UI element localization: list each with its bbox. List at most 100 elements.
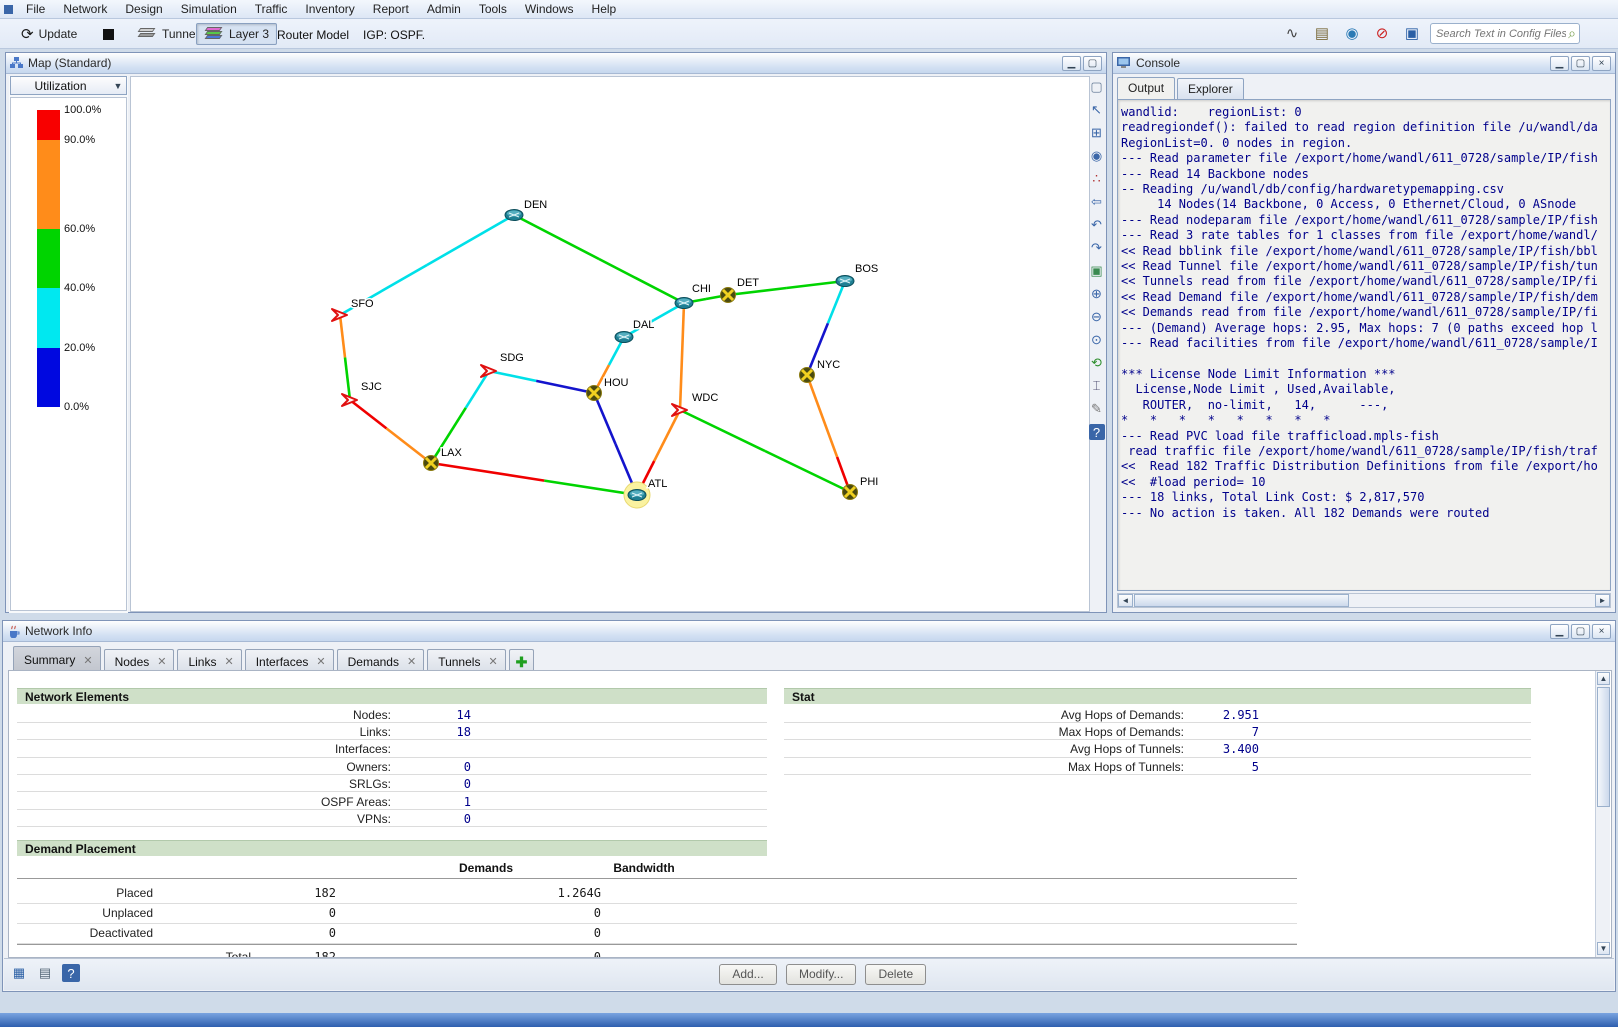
console-hscrollbar[interactable]: ◄ ► (1117, 593, 1611, 608)
console-window-icon[interactable]: ▣ (1402, 23, 1422, 43)
menu-report[interactable]: Report (364, 0, 418, 19)
scroll-thumb[interactable] (1597, 687, 1610, 807)
search-input[interactable] (1431, 28, 1568, 40)
tab-tunnels[interactable]: Tunnels✕ (427, 649, 505, 670)
menu-network[interactable]: Network (54, 0, 116, 19)
close-tab-icon[interactable]: ✕ (316, 655, 325, 668)
redo-icon[interactable]: ↷ (1089, 240, 1105, 256)
netinfo-minimize-button[interactable]: ▁ (1550, 624, 1569, 639)
console-minimize-button[interactable]: ▁ (1550, 56, 1569, 71)
label-tool-icon[interactable]: ⌶ (1089, 378, 1105, 394)
link-LAX-ATL[interactable] (431, 463, 637, 495)
netinfo-close-button[interactable]: × (1592, 624, 1611, 639)
scroll-up-icon[interactable]: ▲ (1597, 672, 1610, 685)
group-select-icon[interactable]: ◉ (1089, 148, 1105, 164)
console-maximize-button[interactable]: ▢ (1571, 56, 1590, 71)
layer3-button[interactable]: Layer 3 (196, 23, 277, 45)
menu-file[interactable]: File (17, 0, 54, 19)
tab-nodes[interactable]: Nodes✕ (104, 649, 175, 670)
close-tab-icon[interactable]: ✕ (407, 655, 416, 668)
tools-icon[interactable]: ✎ (1089, 401, 1105, 417)
map-node-DAL[interactable]: DAL (615, 319, 654, 343)
link-HOU-ATL[interactable] (594, 393, 637, 495)
map-node-PHI[interactable]: PHI (843, 476, 879, 500)
map-canvas[interactable]: DENSFOSJCSDGLAXHOUDALCHIDETBOSNYCWDCATLP… (130, 76, 1090, 612)
close-tab-icon[interactable]: ✕ (224, 655, 233, 668)
diagnose-icon[interactable]: ∿ (1282, 23, 1302, 43)
map-node-BOS[interactable]: BOS (836, 263, 878, 287)
tab-summary[interactable]: Summary✕ (13, 646, 101, 670)
link-SDG-HOU[interactable] (489, 371, 594, 393)
tab-interfaces[interactable]: Interfaces✕ (245, 649, 334, 670)
legend-mode-select[interactable]: Utilization ▼ (10, 76, 127, 95)
report-icon[interactable]: ▤ (1312, 23, 1332, 43)
network-element-row: SRLGs:0 (17, 775, 767, 792)
menu-admin[interactable]: Admin (418, 0, 470, 19)
console-output[interactable]: wandlid: regionList: 0readregiondef(): f… (1117, 99, 1611, 591)
map-node-NYC[interactable]: NYC (800, 359, 841, 383)
link-CHI-WDC[interactable] (680, 303, 684, 410)
back-icon[interactable]: ⇦ (1089, 194, 1105, 210)
zoom-selected-icon[interactable]: ⊙ (1089, 332, 1105, 348)
move-node-icon[interactable]: ⊞ (1089, 125, 1105, 141)
add-button[interactable]: Add... (719, 964, 777, 985)
console-close-button[interactable]: × (1592, 56, 1611, 71)
update-button[interactable]: ⟳ Update (14, 23, 84, 45)
tab-output[interactable]: Output (1117, 77, 1175, 99)
link-DEN-CHI[interactable] (514, 215, 684, 303)
map-node-SFO[interactable]: SFO (332, 298, 374, 321)
add-tab-button[interactable]: ✚ (509, 649, 535, 670)
help-icon[interactable]: ? (1089, 424, 1105, 440)
map-minimize-button[interactable]: ▁ (1062, 56, 1081, 71)
stop-collection-icon[interactable]: ⊘ (1372, 23, 1392, 43)
map-node-CHI[interactable]: CHI (675, 283, 711, 309)
close-tab-icon[interactable]: ✕ (488, 655, 497, 668)
tab-demands[interactable]: Demands✕ (337, 649, 425, 670)
print-icon[interactable]: ▤ (36, 964, 54, 982)
layout-icon[interactable]: ∴ (1089, 171, 1105, 187)
close-tab-icon[interactable]: ✕ (83, 654, 92, 667)
map-titlebar[interactable]: Map (Standard) ▁ ▢ (6, 53, 1106, 74)
link-SJC-LAX[interactable] (350, 400, 431, 463)
map-node-DEN[interactable]: DEN (505, 199, 547, 221)
console-line: RegionList=0. 0 nodes in region. (1121, 136, 1607, 151)
scroll-right-icon[interactable]: ► (1595, 594, 1610, 607)
console-titlebar[interactable]: Console ▁ ▢ × (1113, 53, 1615, 74)
map-maximize-button[interactable]: ▢ (1083, 56, 1102, 71)
tab-explorer[interactable]: Explorer (1177, 78, 1244, 99)
delete-button[interactable]: Delete (865, 964, 926, 985)
stop-button[interactable] (96, 23, 121, 45)
background-map-icon[interactable]: ▣ (1089, 263, 1105, 279)
scroll-thumb[interactable] (1134, 594, 1349, 607)
map-node-HOU[interactable]: HOU (587, 377, 629, 401)
menu-traffic[interactable]: Traffic (246, 0, 297, 19)
map-node-DET[interactable]: DET (721, 277, 760, 303)
link-SFO-SJC[interactable] (340, 315, 350, 400)
scroll-down-icon[interactable]: ▼ (1597, 942, 1610, 955)
fit-view-icon[interactable]: ⟲ (1089, 355, 1105, 371)
menu-simulation[interactable]: Simulation (172, 0, 246, 19)
tab-links[interactable]: Links✕ (177, 649, 241, 670)
menu-design[interactable]: Design (116, 0, 171, 19)
network-info-titlebar[interactable]: Network Info ▁ ▢ × (3, 621, 1615, 642)
zoom-out-icon[interactable]: ⊖ (1089, 309, 1105, 325)
close-tab-icon[interactable]: ✕ (157, 655, 166, 668)
search-icon[interactable]: ⌕ (1568, 25, 1579, 42)
zoom-in-icon[interactable]: ⊕ (1089, 286, 1105, 302)
web-icon[interactable]: ◉ (1342, 23, 1362, 43)
modify-button[interactable]: Modify... (786, 964, 856, 985)
save-icon[interactable]: ▦ (10, 964, 28, 982)
tunnel-button[interactable]: Tunnel (130, 23, 205, 45)
pointer-select-icon[interactable]: ↖ (1089, 102, 1105, 118)
marquee-select-icon[interactable]: ▢ (1089, 79, 1105, 95)
menu-inventory[interactable]: Inventory (296, 0, 363, 19)
netinfo-vscrollbar[interactable]: ▲ ▼ (1595, 671, 1610, 957)
help-info-icon[interactable]: ? (62, 964, 80, 982)
undo-icon[interactable]: ↶ (1089, 217, 1105, 233)
menu-help[interactable]: Help (583, 0, 626, 19)
menu-tools[interactable]: Tools (470, 0, 516, 19)
scroll-left-icon[interactable]: ◄ (1118, 594, 1133, 607)
menu-windows[interactable]: Windows (516, 0, 583, 19)
netinfo-restore-button[interactable]: ▢ (1571, 624, 1590, 639)
router-model-status: Router ModelIGP: OSPF. (277, 28, 425, 42)
